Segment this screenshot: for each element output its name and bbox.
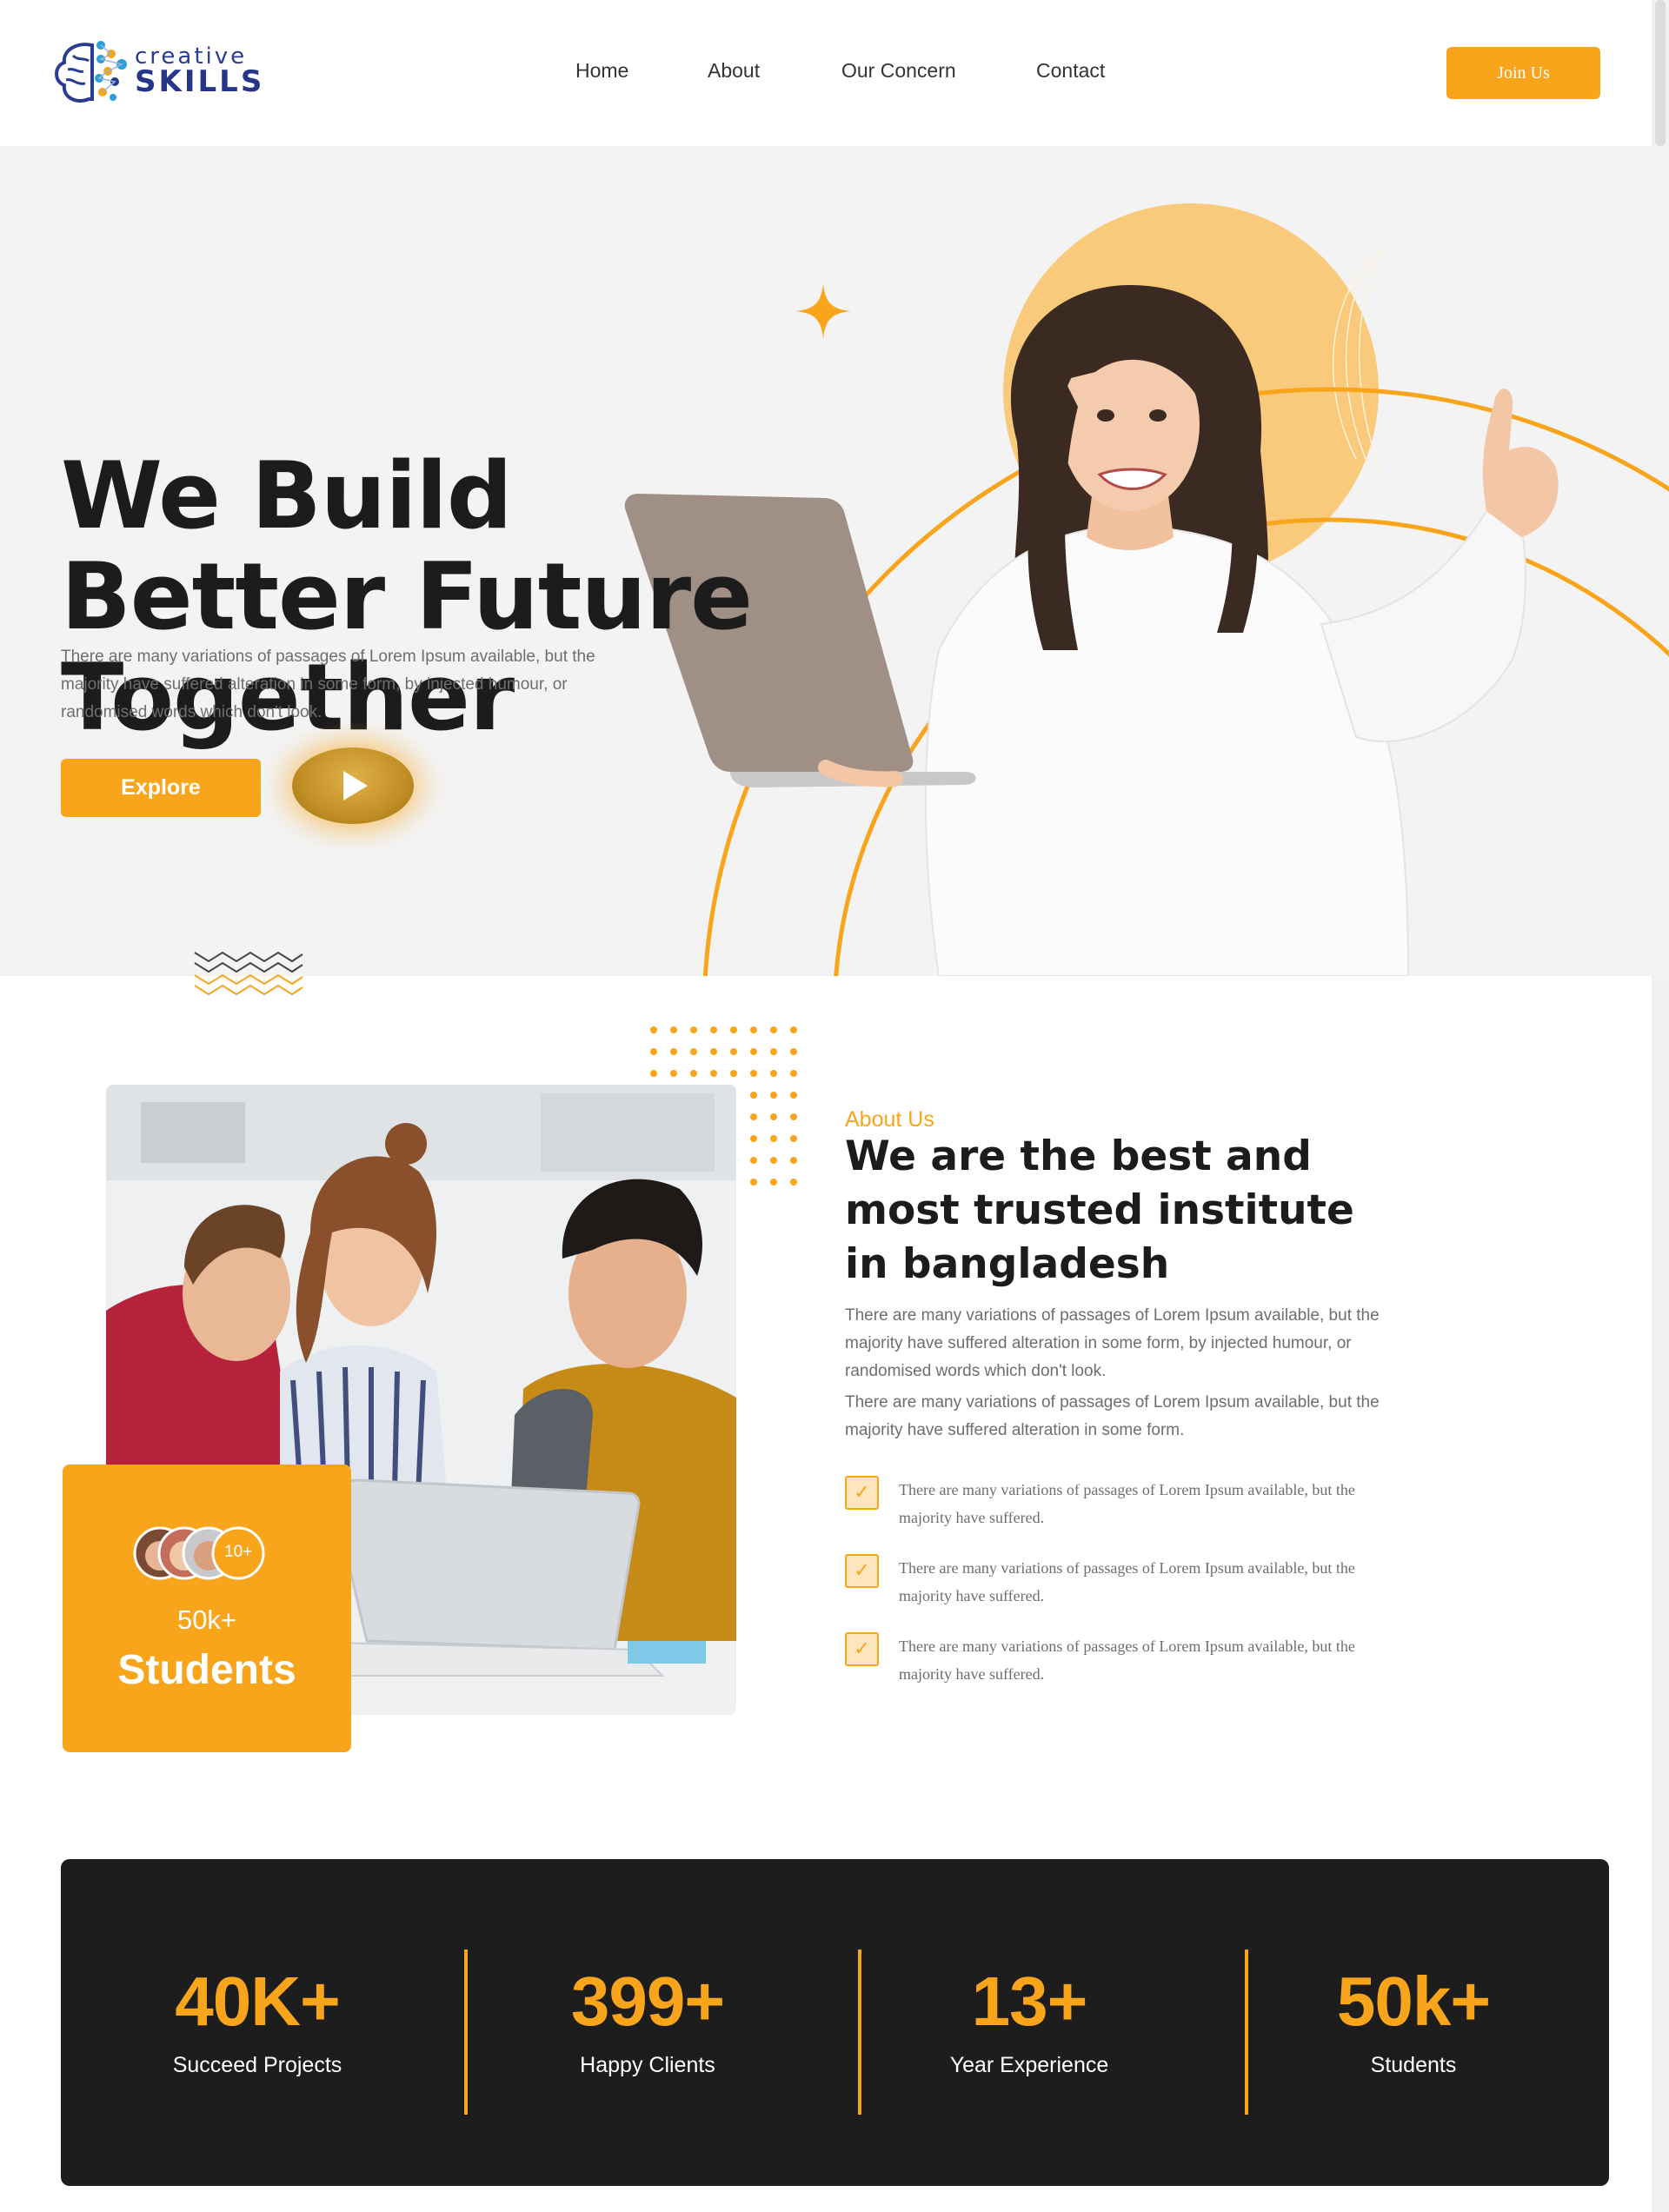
- stat-label-clients: Happy Clients: [580, 2053, 715, 2077]
- decoration-dot: [710, 1070, 717, 1077]
- checkmark-icon: ✓: [845, 1632, 879, 1666]
- students-label: Students: [117, 1647, 296, 1693]
- checkmark-icon: ✓: [845, 1476, 879, 1510]
- decoration-dot: [730, 1026, 737, 1033]
- decoration-dot: [750, 1179, 757, 1186]
- decoration-dot: [770, 1026, 777, 1033]
- decoration-dot: [670, 1048, 677, 1055]
- zigzag-decoration-icon: [194, 951, 303, 996]
- decoration-dot: [730, 1070, 737, 1077]
- hero-title-line1: We Build: [61, 442, 513, 549]
- decoration-dot: [650, 1026, 657, 1033]
- stat-label-students: Students: [1370, 2053, 1457, 2077]
- join-us-button[interactable]: Join Us: [1446, 47, 1600, 99]
- stat-value-students: 50k+: [1336, 1963, 1491, 2040]
- nav-item-our-concern[interactable]: Our Concern: [841, 59, 956, 83]
- decoration-dot: [670, 1070, 677, 1077]
- stat-divider: [464, 1950, 468, 2115]
- decoration-dot: [750, 1092, 757, 1099]
- decoration-dot: [690, 1026, 697, 1033]
- decoration-dot: [790, 1113, 797, 1120]
- decoration-dot: [770, 1092, 777, 1099]
- decoration-dot: [650, 1048, 657, 1055]
- explore-button[interactable]: Explore: [61, 759, 261, 817]
- decoration-dot: [790, 1179, 797, 1186]
- hero-description: There are many variations of passages of…: [61, 648, 595, 721]
- check-item-3: There are many variations of passages of…: [899, 1637, 1355, 1683]
- decoration-dot: [790, 1135, 797, 1142]
- nav-item-contact[interactable]: Contact: [1036, 59, 1105, 83]
- stat-divider: [858, 1950, 861, 2115]
- stat-divider: [1245, 1950, 1248, 2115]
- decoration-dot: [750, 1070, 757, 1077]
- check-item-2: There are many variations of passages of…: [899, 1559, 1355, 1604]
- decoration-dot: [690, 1048, 697, 1055]
- decoration-dot: [790, 1070, 797, 1077]
- stat-value-clients: 399+: [570, 1963, 725, 2040]
- decoration-dot: [750, 1157, 757, 1164]
- decoration-dot: [710, 1026, 717, 1033]
- nav-item-home[interactable]: Home: [575, 59, 628, 83]
- stat-label-experience: Year Experience: [949, 2053, 1109, 2077]
- decoration-dot: [710, 1048, 717, 1055]
- decoration-dot: [750, 1048, 757, 1055]
- check-item-1: There are many variations of passages of…: [899, 1481, 1355, 1526]
- stat-value-experience: 13+: [971, 1963, 1088, 2040]
- decoration-dot: [790, 1092, 797, 1099]
- decoration-dot: [770, 1135, 777, 1142]
- decoration-dot: [790, 1048, 797, 1055]
- decoration-dot: [770, 1048, 777, 1055]
- decoration-dot: [770, 1070, 777, 1077]
- decoration-dot: [730, 1048, 737, 1055]
- decoration-dot: [690, 1070, 697, 1077]
- nav-item-about[interactable]: About: [708, 59, 760, 83]
- play-icon: [343, 771, 368, 800]
- stat-label-projects: Succeed Projects: [172, 2053, 342, 2077]
- decoration-dot: [750, 1135, 757, 1142]
- logo-text-skills: SKILLS: [135, 64, 265, 99]
- play-video-button[interactable]: [292, 747, 414, 824]
- avatar-count-badge: 10+: [224, 1543, 253, 1561]
- about-paragraph-1: There are many variations of passages of…: [845, 1306, 1380, 1380]
- decoration-dot: [750, 1113, 757, 1120]
- decoration-dot: [770, 1157, 777, 1164]
- decoration-dot: [670, 1026, 677, 1033]
- hero-woman-laptop-image: [624, 285, 1559, 976]
- decoration-dot: [790, 1157, 797, 1164]
- decoration-dot: [770, 1113, 777, 1120]
- hero-title-line2: Better Future: [61, 543, 753, 650]
- students-number: 50k+: [176, 1604, 237, 1635]
- about-kicker: About Us: [845, 1107, 934, 1132]
- about-title: We are the best and most trusted institu…: [845, 1133, 1354, 1288]
- decoration-dot: [750, 1026, 757, 1033]
- decoration-dot: [650, 1070, 657, 1077]
- checkmark-icon: ✓: [845, 1554, 879, 1588]
- hero-section: We Build Better Future Together: [0, 146, 1669, 976]
- stat-value-projects: 40K+: [175, 1963, 340, 2040]
- decoration-dot: [790, 1026, 797, 1033]
- scrollbar-thumb[interactable]: [1655, 0, 1666, 146]
- decoration-dot: [770, 1179, 777, 1186]
- about-paragraph-2: There are many variations of passages of…: [845, 1393, 1380, 1439]
